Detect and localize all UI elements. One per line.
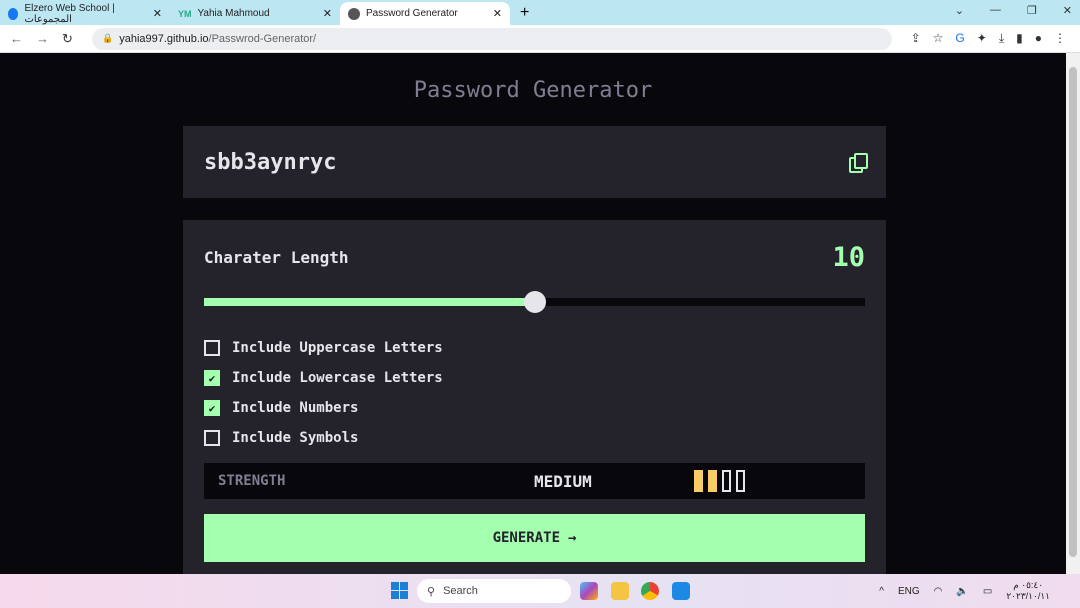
page-content: Password Generator sbb3aynryc Charater L… [0,53,1066,580]
download-icon[interactable]: ⤓ [999,31,1004,46]
extensions-icon[interactable]: ✦ [977,31,987,46]
option-0[interactable]: Include Uppercase Letters [204,333,865,363]
url-host: yahia997.github.io [119,32,209,45]
close-tab-icon[interactable]: ✕ [493,7,502,20]
globe-icon [348,7,360,20]
tab-strip: Elzero Web School | المجموعات ✕ YM Yahia M… [0,0,1080,25]
arrow-right-icon: → [568,530,577,546]
tab-title: Yahia Mahmoud [197,8,270,19]
tab-search-icon[interactable]: ⌄ [955,4,964,17]
close-tab-icon[interactable]: ✕ [153,7,162,20]
windows-start-icon[interactable] [391,582,408,599]
settings-panel: Charater Length 10 Include Uppercase Let… [183,220,886,580]
copy-icon[interactable] [849,153,868,173]
taskbar: ⚲ Search ^ ENG ◠ 🔈 ▭ ٠٥:٤٠ م ٢٠٢٣/١٠/١١ [0,574,1080,608]
length-label: Charater Length [204,248,349,267]
share-icon[interactable]: ⇪ [911,31,921,46]
length-value: 10 [832,242,865,273]
close-tab-icon[interactable]: ✕ [323,7,332,20]
copilot-icon[interactable] [580,582,598,600]
url-input[interactable]: 🔒 yahia997.github.io/Passwrod-Generator/ [92,27,892,50]
option-label: Include Symbols [232,430,359,446]
ym-logo-icon: YM [178,8,192,19]
battery-icon[interactable]: ▭ [983,586,992,597]
password-display: sbb3aynryc [183,126,886,198]
scrollbar-thumb[interactable] [1069,67,1077,557]
strength-bar [694,470,703,492]
tab-elzero[interactable]: Elzero Web School | المجموعات ✕ [0,2,170,25]
length-slider[interactable] [204,291,865,313]
address-bar: ← → ↻ 🔒 yahia997.github.io/Passwrod-Gener… [0,25,1080,53]
url-path: /Passwrod-Generator/ [208,32,317,45]
vscode-icon[interactable] [672,582,690,600]
slider-handle[interactable] [523,291,546,313]
strength-bar [736,470,745,492]
menu-icon[interactable]: ⋮ [1054,31,1066,46]
generate-button[interactable]: GENERATE → [204,514,865,562]
volume-icon[interactable]: 🔈 [956,586,968,597]
chrome-icon[interactable] [641,582,659,600]
option-2[interactable]: ✔ Include Numbers [204,393,865,423]
back-icon[interactable]: ← [10,31,26,46]
minimize-icon[interactable]: — [990,4,1001,17]
lock-icon: 🔒 [102,33,114,43]
sidepanel-icon[interactable]: ▮ [1016,31,1023,46]
password-text: sbb3aynryc [204,149,337,175]
tab-title: Password Generator [366,8,458,19]
reload-icon[interactable]: ↻ [62,31,78,47]
tab-yahia[interactable]: YM Yahia Mahmoud ✕ [170,2,340,25]
profile-avatar[interactable]: ● [1035,31,1042,46]
search-placeholder: Search [443,585,478,597]
wifi-icon[interactable]: ◠ [934,586,943,597]
new-tab-button[interactable]: + [510,2,539,25]
language-indicator[interactable]: ENG [898,586,920,597]
forward-icon[interactable]: → [36,31,52,46]
strength-meter: STRENGTH MEDIUM [204,463,865,499]
scrollbar[interactable] [1066,53,1080,574]
strength-bar [708,470,717,492]
generate-label: GENERATE [492,530,560,546]
time: ٠٥:٤٠ م [1013,580,1044,590]
option-label: Include Numbers [232,400,359,416]
option-3[interactable]: Include Symbols [204,423,865,453]
strength-bars [694,470,745,492]
checkbox[interactable] [204,340,220,356]
strength-label: STRENGTH [218,473,286,489]
option-1[interactable]: ✔ Include Lowercase Letters [204,363,865,393]
strength-bar [722,470,731,492]
slider-fill [204,298,535,306]
checkbox[interactable]: ✔ [204,370,220,386]
checkbox[interactable]: ✔ [204,400,220,416]
clock[interactable]: ٠٥:٤٠ م ٢٠٢٣/١٠/١١ [1006,580,1050,602]
checkbox[interactable] [204,430,220,446]
taskbar-search[interactable]: ⚲ Search [417,579,571,603]
bookmark-star-icon[interactable]: ☆ [933,31,944,46]
tab-password-generator[interactable]: Password Generator ✕ [340,2,510,25]
close-window-icon[interactable]: ✕ [1063,4,1072,17]
option-label: Include Uppercase Letters [232,340,443,356]
search-icon: ⚲ [427,585,436,598]
strength-value: MEDIUM [534,471,592,491]
tab-title: Elzero Web School | المجموعات [24,2,115,25]
page-title: Password Generator [413,78,653,103]
facebook-icon [8,7,19,20]
translate-icon[interactable]: G [955,31,964,46]
file-explorer-icon[interactable] [611,582,629,600]
tray-chevron-icon[interactable]: ^ [879,586,884,597]
restore-icon[interactable]: ❐ [1027,4,1037,17]
option-label: Include Lowercase Letters [232,370,443,386]
date: ٢٠٢٣/١٠/١١ [1006,591,1050,601]
